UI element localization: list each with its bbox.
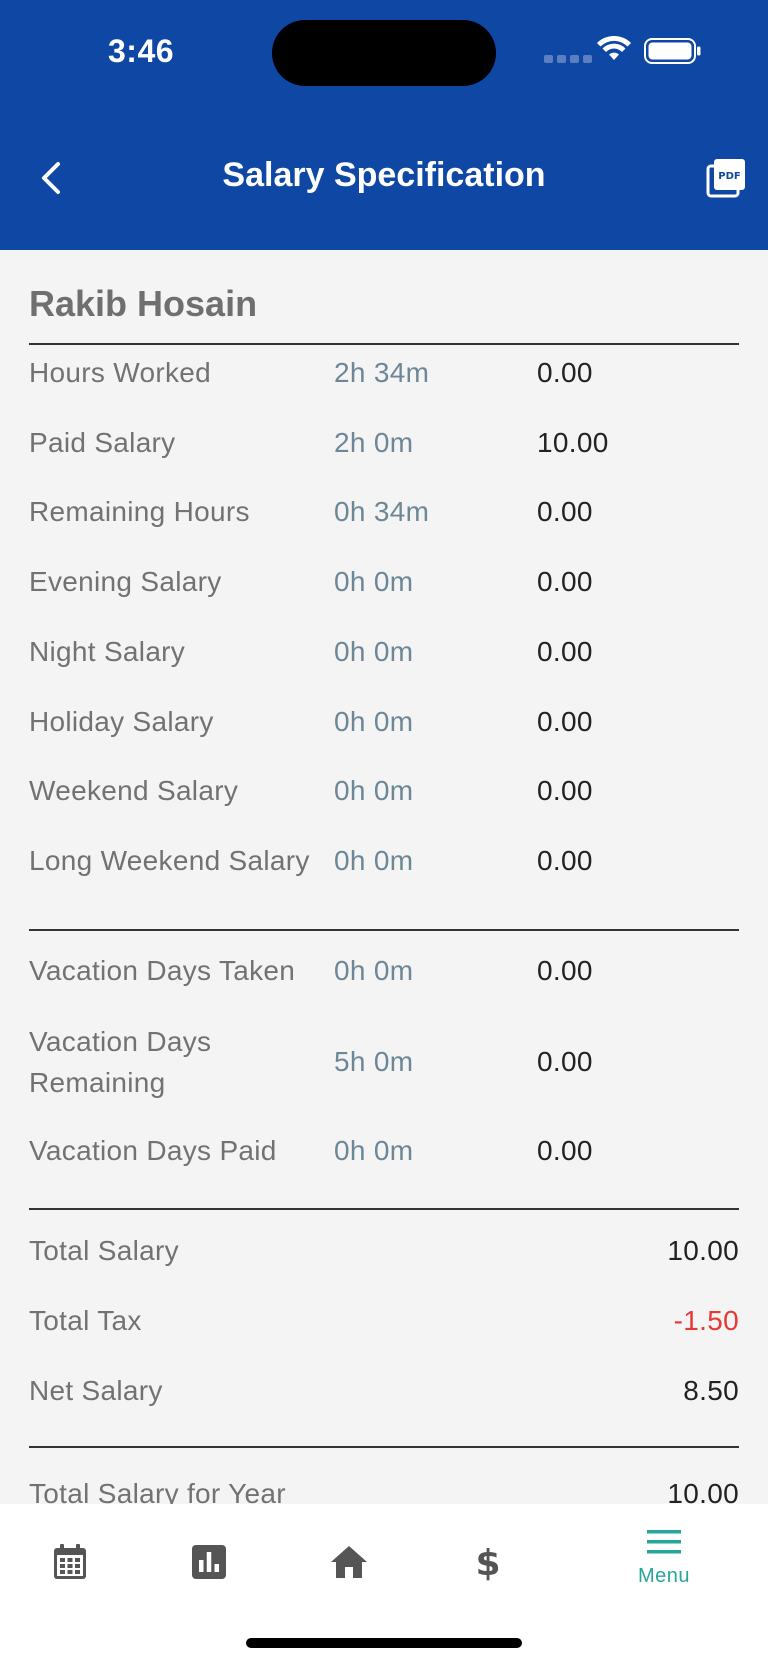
divider (29, 1446, 739, 1448)
divider (29, 929, 739, 931)
nav-salary[interactable]: $ (458, 1532, 518, 1592)
row-hours: 0h 0m (334, 955, 414, 986)
row-label: Paid Salary (29, 426, 176, 458)
row-amount: 0.00 (537, 955, 593, 986)
pdf-export-button[interactable]: PDF (706, 158, 746, 198)
row-amount: 0.00 (537, 1046, 593, 1077)
svg-text:PDF: PDF (718, 171, 740, 182)
row-label: Holiday Salary (29, 705, 214, 737)
row-label: Total Tax (29, 1305, 142, 1336)
home-indicator (246, 1638, 522, 1648)
row-label: Evening Salary (29, 566, 222, 598)
row-label: Hours Worked (29, 357, 212, 388)
row-amount: 0.00 (537, 844, 593, 876)
calendar-icon (54, 1544, 86, 1579)
battery-icon (644, 38, 701, 64)
nav-calendar[interactable] (40, 1532, 100, 1592)
chart-icon (192, 1545, 226, 1579)
menu-icon (647, 1530, 681, 1554)
row-hours: 0h 0m (334, 1135, 414, 1166)
row-hours: 0h 0m (334, 844, 414, 876)
nav-menu-label: Menu (637, 1565, 691, 1587)
row-label: Vacation Days Paid (29, 1135, 277, 1166)
wifi-icon (597, 36, 631, 60)
nav-reports[interactable] (179, 1532, 239, 1592)
dollar-icon: $ (475, 1543, 500, 1581)
row-label: Total Salary (29, 1235, 179, 1266)
row-label: Vacation Days Remaining (29, 1026, 212, 1098)
row-label: Remaining Hours (29, 496, 250, 528)
row-hours: 0h 0m (334, 705, 414, 737)
row-hours: 2h 34m (334, 357, 430, 388)
svg-text:$: $ (475, 1543, 500, 1581)
status-time: 3:46 (108, 33, 175, 69)
row-hours: 0h 0m (334, 635, 414, 667)
row-amount: 0.00 (537, 635, 593, 667)
row-amount: 0.00 (537, 705, 593, 737)
row-amount: 10.00 (537, 426, 609, 458)
row-amount: 0.00 (537, 775, 593, 807)
app-header: 3:46 Salary Specification PDF (0, 0, 768, 250)
employee-name: Rakib Hosain (29, 283, 258, 324)
row-label: Long Weekend Salary (29, 844, 310, 876)
dynamic-island (272, 20, 496, 86)
row-label: Vacation Days Taken (29, 955, 296, 986)
row-amount: 0.00 (537, 566, 593, 598)
row-amount: 8.50 (683, 1375, 739, 1406)
row-hours: 0h 0m (334, 775, 414, 807)
row-label: Net Salary (29, 1375, 163, 1406)
row-hours: 0h 0m (334, 566, 414, 598)
row-amount: 0.00 (537, 496, 593, 528)
row-amount: 0.00 (537, 1135, 593, 1166)
row-hours: 0h 34m (334, 496, 430, 528)
nav-home[interactable] (319, 1532, 379, 1592)
page-title: Salary Specification (222, 156, 546, 194)
row-amount: -1.50 (673, 1305, 739, 1336)
divider (29, 343, 739, 345)
nav-menu[interactable]: Menu (614, 1528, 714, 1588)
row-amount: 10.00 (667, 1235, 739, 1266)
row-hours: 5h 0m (334, 1046, 414, 1077)
row-label: Weekend Salary (29, 775, 239, 807)
row-label: Night Salary (29, 635, 186, 667)
row-amount: 0.00 (537, 357, 593, 388)
home-icon (331, 1546, 367, 1578)
divider (29, 1208, 739, 1210)
row-hours: 2h 0m (334, 426, 414, 458)
cellular-signal-icon (544, 55, 592, 63)
